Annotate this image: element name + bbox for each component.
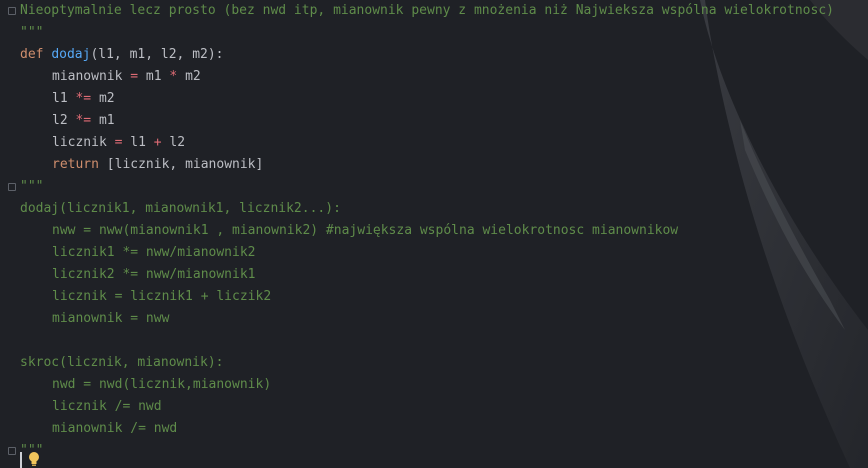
docstring-text: Nieoptymalnie lecz prosto (bez nwd itp, …	[20, 3, 834, 18]
code-token: m1	[91, 113, 115, 128]
code-token: +	[153, 135, 162, 150]
code-token: l1	[122, 135, 154, 150]
code-token: l2	[161, 135, 186, 150]
code-token: (l1, m1, l2, m2):	[90, 47, 224, 62]
code-line[interactable]: licznik2 *= nww/mianownik1	[20, 264, 256, 286]
fold-marker-icon[interactable]	[8, 183, 16, 191]
text-cursor	[20, 452, 22, 468]
fold-marker-icon[interactable]	[8, 447, 16, 455]
code-line[interactable]: nww = nww(mianownik1 , mianownik2) #najw…	[20, 220, 678, 242]
docstring-text: licznik = licznik1 + liczik2	[52, 289, 272, 304]
code-token: licznik	[52, 135, 115, 150]
code-line[interactable]: mianownik /= nwd	[20, 418, 177, 440]
code-token: m2	[177, 69, 201, 84]
docstring-text: """	[20, 179, 44, 194]
docstring-text: licznik /= nwd	[52, 399, 162, 414]
docstring-text: dodaj(licznik1, mianownik1, licznik2...)…	[20, 201, 341, 216]
code-token: def	[20, 47, 52, 62]
code-line[interactable]: l1 *= m2	[20, 88, 115, 110]
code-line[interactable]: dodaj(licznik1, mianownik1, licznik2...)…	[20, 198, 341, 220]
docstring-text: nwd = nwd(licznik,mianownik)	[52, 377, 272, 392]
code-line[interactable]: nwd = nwd(licznik,mianownik)	[20, 374, 271, 396]
code-line[interactable]: def dodaj(l1, m1, l2, m2):	[20, 44, 224, 66]
docstring-text: licznik2 *= nww/mianownik1	[52, 267, 256, 282]
code-line[interactable]: """	[20, 176, 43, 198]
code-token: dodaj	[51, 47, 91, 62]
editor-gutter[interactable]	[0, 0, 16, 468]
code-line[interactable]: licznik /= nwd	[20, 396, 162, 418]
fold-marker-icon[interactable]	[8, 7, 16, 15]
code-line[interactable]: mianownik = m1 * m2	[20, 66, 201, 88]
docstring-text: licznik1 *= nww/mianownik2	[52, 245, 256, 260]
code-token: l2	[52, 113, 76, 128]
code-editor[interactable]: Nieoptymalnie lecz prosto (bez nwd itp, …	[0, 0, 868, 468]
docstring-text: mianownik = nww	[52, 311, 170, 326]
docstring-text: """	[20, 25, 44, 40]
code-line[interactable]: mianownik = nww	[20, 308, 169, 330]
code-line[interactable]: l2 *= m1	[20, 110, 115, 132]
docstring-text: skroc(licznik, mianownik):	[20, 355, 224, 370]
code-token: mianownik	[52, 69, 131, 84]
code-token: m1	[138, 69, 170, 84]
code-line[interactable]: licznik = l1 + l2	[20, 132, 185, 154]
code-line[interactable]: Nieoptymalnie lecz prosto (bez nwd itp, …	[20, 0, 834, 22]
code-token: return	[52, 157, 107, 172]
code-token: m2	[91, 91, 115, 106]
code-line[interactable]: skroc(licznik, mianownik):	[20, 352, 224, 374]
lightbulb-icon[interactable]	[27, 451, 41, 467]
docstring-text: mianownik /= nwd	[52, 421, 178, 436]
code-line[interactable]: licznik = licznik1 + liczik2	[20, 286, 271, 308]
code-token: [licznik, mianownik]	[106, 157, 264, 172]
code-line[interactable]: return [licznik, mianownik]	[20, 154, 263, 176]
code-line[interactable]: """	[20, 22, 43, 44]
code-token: =	[130, 69, 139, 84]
code-token: l1	[52, 91, 76, 106]
code-token: *=	[75, 113, 92, 128]
docstring-text: nww = nww(mianownik1 , mianownik2) #najw…	[52, 223, 679, 238]
code-token: *=	[75, 91, 92, 106]
code-line[interactable]: licznik1 *= nww/mianownik2	[20, 242, 256, 264]
